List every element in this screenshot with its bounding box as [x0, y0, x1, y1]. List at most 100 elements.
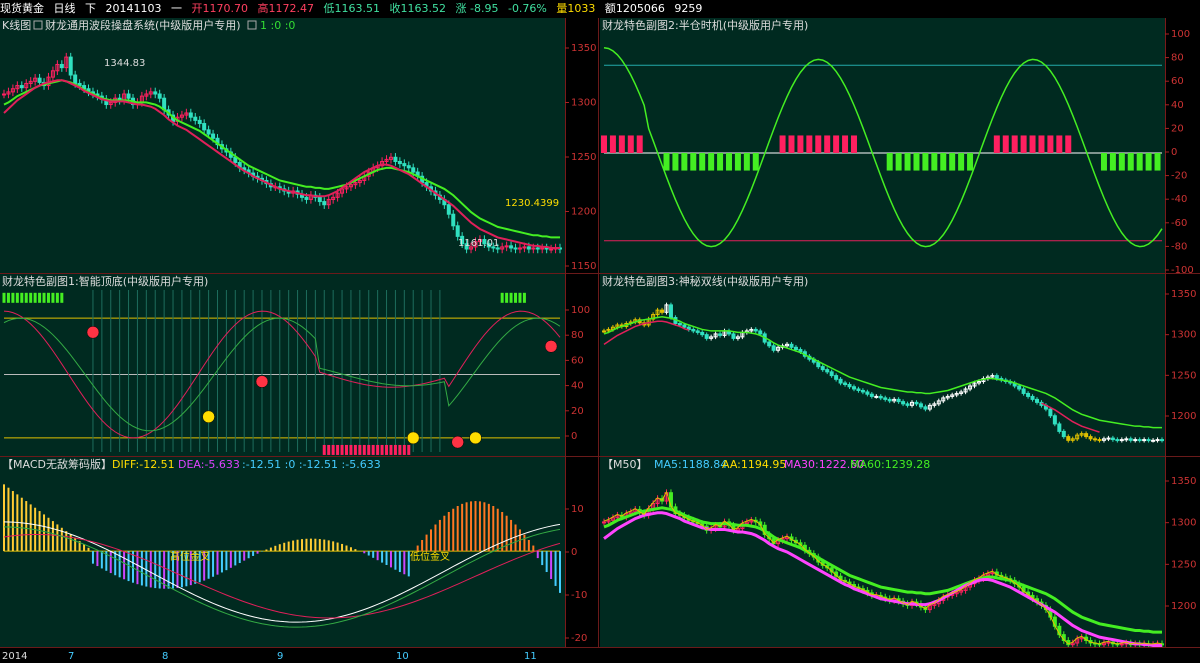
macd-tick-label: -20	[571, 633, 587, 644]
period-label[interactable]: 日线	[54, 2, 76, 15]
candle-body	[451, 213, 456, 227]
sub2-bar-down	[690, 153, 697, 171]
sub3-candle-body	[695, 330, 700, 333]
low-price: 低1163.51	[323, 2, 381, 15]
main-tick-label: 1150	[571, 261, 596, 272]
candle-body	[322, 201, 327, 206]
sub2-title-group: 财龙特色副图2:半仓时机(中级版用户专用)	[602, 18, 808, 32]
sub2-bar-up	[842, 135, 849, 153]
sub2-bar-down	[699, 153, 706, 171]
sub3-candle-body	[1084, 433, 1089, 438]
sub2-bar-down	[940, 153, 947, 171]
ma-candle-body	[1106, 641, 1111, 644]
sub1-bottom-bar	[362, 444, 366, 455]
sub3-candle-body	[793, 346, 798, 351]
candle-body	[446, 204, 451, 215]
sub3-candle-body	[1151, 439, 1156, 442]
candle-body	[455, 225, 460, 237]
sub3-candle-body	[825, 369, 830, 373]
ma-panel-bg	[600, 457, 1165, 647]
sub2-tick-label: -40	[1171, 194, 1187, 205]
sub3-tick-label: 1350	[1171, 289, 1196, 300]
sub3-candle-body	[682, 324, 687, 328]
candle-body	[157, 93, 162, 99]
sub1-bottom-bar	[349, 444, 353, 455]
sub1-bottom-bar	[344, 444, 348, 455]
sub3-candle-body	[1048, 408, 1053, 417]
sub2-tick-label: -60	[1171, 218, 1187, 229]
sub1-top-bar	[33, 292, 37, 303]
sub3-tick-label: 1250	[1171, 370, 1196, 381]
sub2-bar-up	[1038, 135, 1045, 153]
sub2-bar-down	[663, 153, 670, 171]
sub3-candle-body	[789, 343, 794, 348]
sub2-bar-up	[601, 135, 607, 153]
macd-diff-label: DIFF:-12.51	[112, 458, 175, 471]
sub2-bar-up	[1029, 135, 1036, 153]
candle-body	[73, 74, 78, 84]
candle-body	[317, 196, 322, 203]
sub3-candle-body	[1119, 439, 1124, 442]
sub3-panel-bg	[600, 274, 1165, 456]
sub1-top-bar	[11, 292, 15, 303]
candle-body	[153, 91, 158, 95]
sub3-candle-body	[1106, 437, 1111, 440]
sub3-candle-body	[834, 375, 839, 380]
candle-body	[211, 133, 216, 139]
sub2-bar-down	[967, 153, 974, 171]
sub2-tick-label: 60	[1171, 76, 1184, 87]
sub3-candle-body	[1160, 439, 1164, 442]
sub2-bar-down	[922, 153, 929, 171]
sub3-candle-body	[1142, 439, 1147, 442]
sub1-signal-marker	[202, 410, 215, 424]
sub3-candle-body	[816, 361, 821, 368]
sub1-signal-marker	[451, 435, 464, 449]
sub1-signal-marker	[544, 340, 558, 353]
sub2-bar-down	[734, 153, 741, 171]
sub3-candle-body	[1061, 430, 1066, 438]
sub3-candle-body	[856, 388, 861, 391]
sub1-top-bar	[29, 292, 33, 303]
sub1-tick-label: 40	[571, 381, 584, 392]
sub1-top-bar	[42, 292, 46, 303]
candle-body	[68, 56, 73, 76]
sub1-bottom-bar	[322, 444, 326, 455]
weekday-label: 一	[171, 2, 182, 15]
chart-canvas[interactable]: K线图 财龙通用波段操盘系统(中级版用户专用) 1 :0 :0 财龙特色副图2:…	[0, 18, 1200, 663]
sub1-top-bar	[60, 292, 64, 303]
sub2-bar-down	[949, 153, 956, 171]
sub1-top-bar	[509, 292, 513, 303]
sub2-bar-down	[1154, 153, 1161, 171]
sub1-tick-label: 80	[571, 330, 584, 341]
ma-tick-label: 1350	[1171, 476, 1196, 487]
sub2-bar-up	[1002, 135, 1009, 153]
sub3-candle-body	[718, 333, 723, 336]
sub1-signal-marker	[469, 431, 482, 445]
sub3-candle-body	[843, 382, 848, 386]
main-panel-subtitle: 财龙通用波段操盘系统(中级版用户专用)	[45, 18, 241, 32]
sub1-top-bar	[46, 292, 50, 303]
macd-tick-label: 10	[571, 504, 584, 515]
sub3-candle-body	[700, 331, 705, 336]
sub2-bar-up	[1056, 135, 1063, 153]
main-panel-bg	[0, 18, 565, 273]
ma60-label: MA60:1239.28	[850, 458, 930, 471]
sub2-tick-label: 40	[1171, 100, 1184, 111]
sub3-candle-body	[883, 397, 888, 400]
macd-panel-title: 【MACD无敌筹码版】	[2, 457, 112, 471]
sub3-candle-body	[1146, 439, 1151, 442]
close-price: 收1163.52	[389, 2, 447, 15]
sub1-bottom-bar	[353, 444, 357, 455]
sub2-bar-up	[850, 135, 857, 153]
sub1-top-bar	[2, 292, 6, 303]
candle-body	[393, 156, 398, 162]
candle-body	[406, 165, 411, 169]
sub1-top-bar	[518, 292, 522, 303]
sub3-candle-body	[668, 304, 673, 319]
sub1-top-bar	[6, 292, 10, 303]
sub2-bar-up	[788, 135, 795, 153]
sub2-bar-down	[904, 153, 911, 171]
sub2-tick-label: -80	[1171, 241, 1187, 252]
sub3-candle-body	[1137, 439, 1142, 442]
sub2-bar-up	[797, 135, 804, 153]
